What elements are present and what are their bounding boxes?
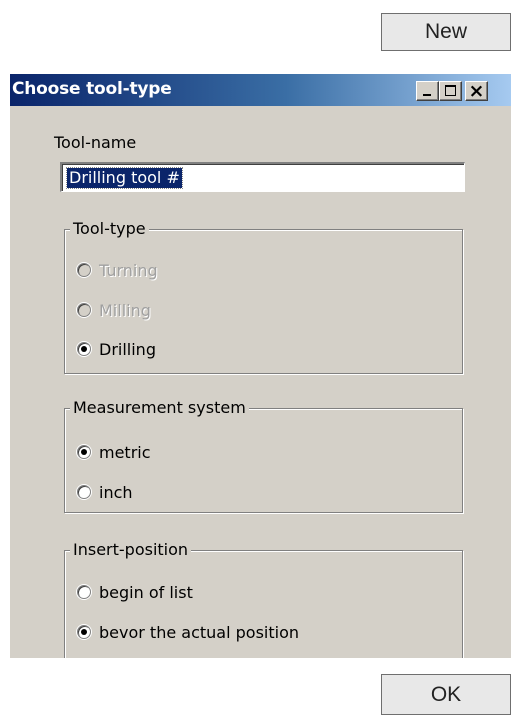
radio-milling: Milling (77, 299, 151, 321)
radio-drilling-icon (77, 342, 91, 356)
radio-inch[interactable]: inch (77, 481, 133, 503)
radio-drilling[interactable]: Drilling (77, 338, 156, 360)
close-button[interactable]: × (465, 80, 488, 102)
radio-before-actual-position-label: bevor the actual position (99, 622, 299, 642)
minimize-icon (423, 94, 431, 96)
minimize-button[interactable] (416, 81, 439, 101)
radio-milling-label: Milling (99, 300, 151, 320)
dialog-title: Choose tool-type (12, 79, 172, 99)
radio-begin-of-list[interactable]: begin of list (77, 581, 193, 603)
radio-turning: Turning (77, 259, 158, 281)
radio-drilling-label: Drilling (99, 339, 156, 359)
maximize-icon (445, 85, 456, 96)
measurement-group-title: Measurement system (70, 398, 249, 418)
dialog-titlebar[interactable]: Choose tool-type × (10, 74, 511, 106)
radio-metric-icon (77, 445, 91, 459)
radio-metric-label: metric (99, 442, 151, 462)
radio-inch-icon (77, 485, 91, 499)
tool-type-group-title: Tool-type (70, 219, 149, 239)
radio-metric[interactable]: metric (77, 441, 151, 463)
insert-position-group-title: Insert-position (70, 540, 192, 560)
tool-type-group: Tool-type Turning Milling Drilling (64, 219, 463, 374)
tool-name-value: Drilling tool # (66, 167, 183, 189)
ok-button[interactable]: OK (381, 674, 511, 715)
radio-before-actual-position[interactable]: bevor the actual position (77, 621, 299, 643)
radio-turning-icon (77, 263, 91, 277)
new-button[interactable]: New (381, 13, 511, 51)
radio-begin-of-list-icon (77, 585, 91, 599)
radio-inch-label: inch (99, 482, 133, 502)
tool-name-label: Tool-name (54, 133, 137, 152)
close-icon: × (468, 80, 485, 102)
radio-milling-icon (77, 303, 91, 317)
insert-position-group: Insert-position begin of list bevor the … (64, 540, 463, 658)
radio-before-actual-position-icon (77, 625, 91, 639)
choose-tool-type-dialog: Choose tool-type × Tool-name Drilling to… (8, 72, 511, 658)
radio-turning-label: Turning (99, 260, 158, 280)
maximize-button[interactable] (439, 81, 462, 101)
measurement-system-group: Measurement system metric inch (64, 398, 463, 513)
tool-name-input[interactable]: Drilling tool # (60, 162, 465, 192)
radio-begin-of-list-label: begin of list (99, 582, 193, 602)
